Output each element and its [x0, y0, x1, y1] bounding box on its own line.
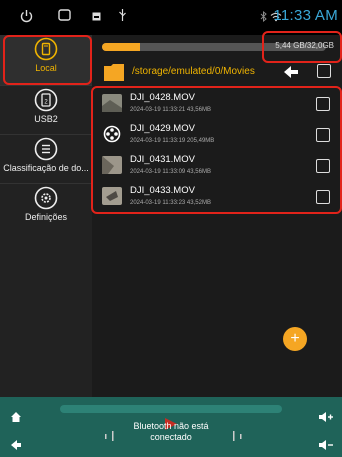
- sidebar-item-classification[interactable]: Classificação de do...: [0, 135, 92, 183]
- usb-icon: [118, 9, 127, 25]
- sidebar-item-label: USB2: [34, 114, 58, 124]
- bottom-control-bar: Bluetooth não está conectado: [0, 397, 342, 457]
- clock-time: 11:33 AM: [273, 7, 338, 24]
- back-arrow-icon[interactable]: [282, 63, 300, 81]
- image-icon: [92, 9, 101, 25]
- folder-icon: [104, 64, 124, 81]
- list-icon: [34, 137, 58, 161]
- current-path: /storage/emulated/0/Movies: [132, 66, 255, 77]
- bluetooth-status: Bluetooth não está conectado: [0, 421, 342, 443]
- storage-fill: [102, 43, 141, 51]
- power-icon[interactable]: [20, 9, 33, 27]
- highlight-storage: [262, 31, 342, 63]
- bluetooth-icon: [260, 10, 268, 26]
- select-all-checkbox[interactable]: [317, 64, 331, 78]
- highlight-file-list: [91, 86, 342, 214]
- sidebar: Local 2 USB2 Classificação de do... Defi…: [0, 35, 92, 397]
- path-row: /storage/emulated/0/Movies: [92, 61, 342, 87]
- settings-icon: [34, 186, 58, 210]
- bottom-track: [60, 405, 282, 413]
- highlight-local: [3, 35, 92, 85]
- sidebar-item-label: Classificação de do...: [3, 163, 89, 173]
- svg-text:2: 2: [44, 100, 48, 106]
- window-icon[interactable]: [58, 9, 71, 25]
- sidebar-item-settings[interactable]: Definições: [0, 184, 92, 232]
- usb-drive-icon: 2: [34, 88, 58, 112]
- status-bar: 11:33 AM: [0, 0, 342, 35]
- sidebar-item-usb2[interactable]: 2 USB2: [0, 86, 92, 134]
- bluetooth-status-text: Bluetooth não está conectado: [133, 421, 209, 442]
- sidebar-item-label: Definições: [24, 212, 68, 222]
- add-button[interactable]: +: [283, 327, 307, 351]
